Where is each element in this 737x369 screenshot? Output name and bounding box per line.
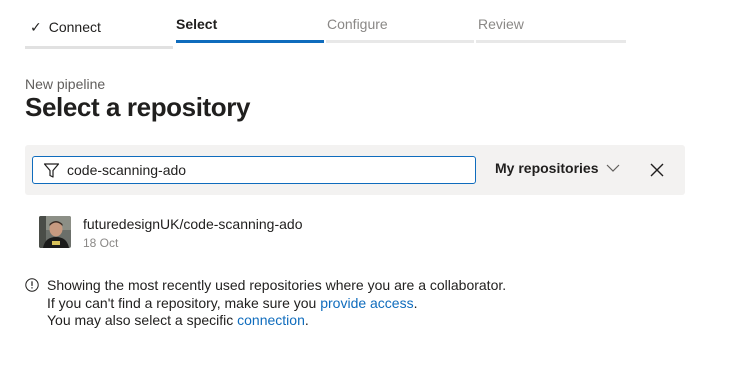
step-connect-progress-bar (25, 46, 173, 49)
step-select-progress-bar (176, 40, 324, 43)
step-review: Review (476, 0, 626, 50)
provide-access-link[interactable]: provide access (320, 295, 413, 311)
info-line-access: If you can't find a repository, make sur… (47, 295, 506, 313)
info-line-access-prefix: If you can't find a repository, make sur… (47, 294, 321, 311)
close-icon[interactable] (649, 162, 665, 178)
step-review-progress-bar (476, 40, 626, 43)
wizard-stepper: ✓ Connect Select Configure Review (0, 0, 737, 50)
info-line-connection: You may also select a specific connectio… (47, 312, 506, 330)
info-icon (25, 278, 39, 292)
info-line-access-suffix: . (413, 294, 418, 311)
step-configure-progress-bar (326, 40, 474, 43)
step-configure-label: Configure (327, 16, 388, 32)
repository-date: 18 Oct (83, 236, 119, 250)
funnel-icon (43, 163, 60, 178)
repository-search-input[interactable] (67, 159, 467, 181)
step-connect-label: Connect (48, 19, 101, 35)
step-select-label: Select (176, 16, 218, 32)
repository-scope-label: My repositories (495, 160, 599, 176)
info-text: Showing the most recently used repositor… (47, 277, 506, 330)
filter-bar: My repositories (25, 145, 685, 195)
page-subtitle: New pipeline (25, 76, 106, 92)
connection-link[interactable]: connection (237, 312, 305, 328)
avatar (39, 216, 71, 248)
info-line-collaborator: Showing the most recently used repositor… (47, 277, 507, 293)
repository-scope-dropdown[interactable]: My repositories (495, 160, 620, 180)
step-configure: Configure (326, 0, 474, 50)
step-connect[interactable]: ✓ Connect (25, 0, 173, 50)
info-line-connection-prefix: You may also select a specific (47, 312, 238, 328)
chevron-down-icon (607, 164, 620, 172)
step-review-label: Review (478, 16, 524, 32)
repository-name: futuredesignUK/code-scanning-ado (83, 216, 303, 232)
repository-search-box[interactable] (32, 156, 476, 184)
repository-list-item[interactable]: futuredesignUK/code-scanning-ado 18 Oct (39, 215, 439, 251)
info-line-connection-suffix: . (304, 312, 309, 328)
page-title: Select a repository (25, 92, 251, 122)
step-select[interactable]: Select (176, 0, 324, 50)
checkmark-icon: ✓ (30, 19, 42, 35)
step-connect-label-wrap: ✓ Connect (30, 19, 101, 36)
